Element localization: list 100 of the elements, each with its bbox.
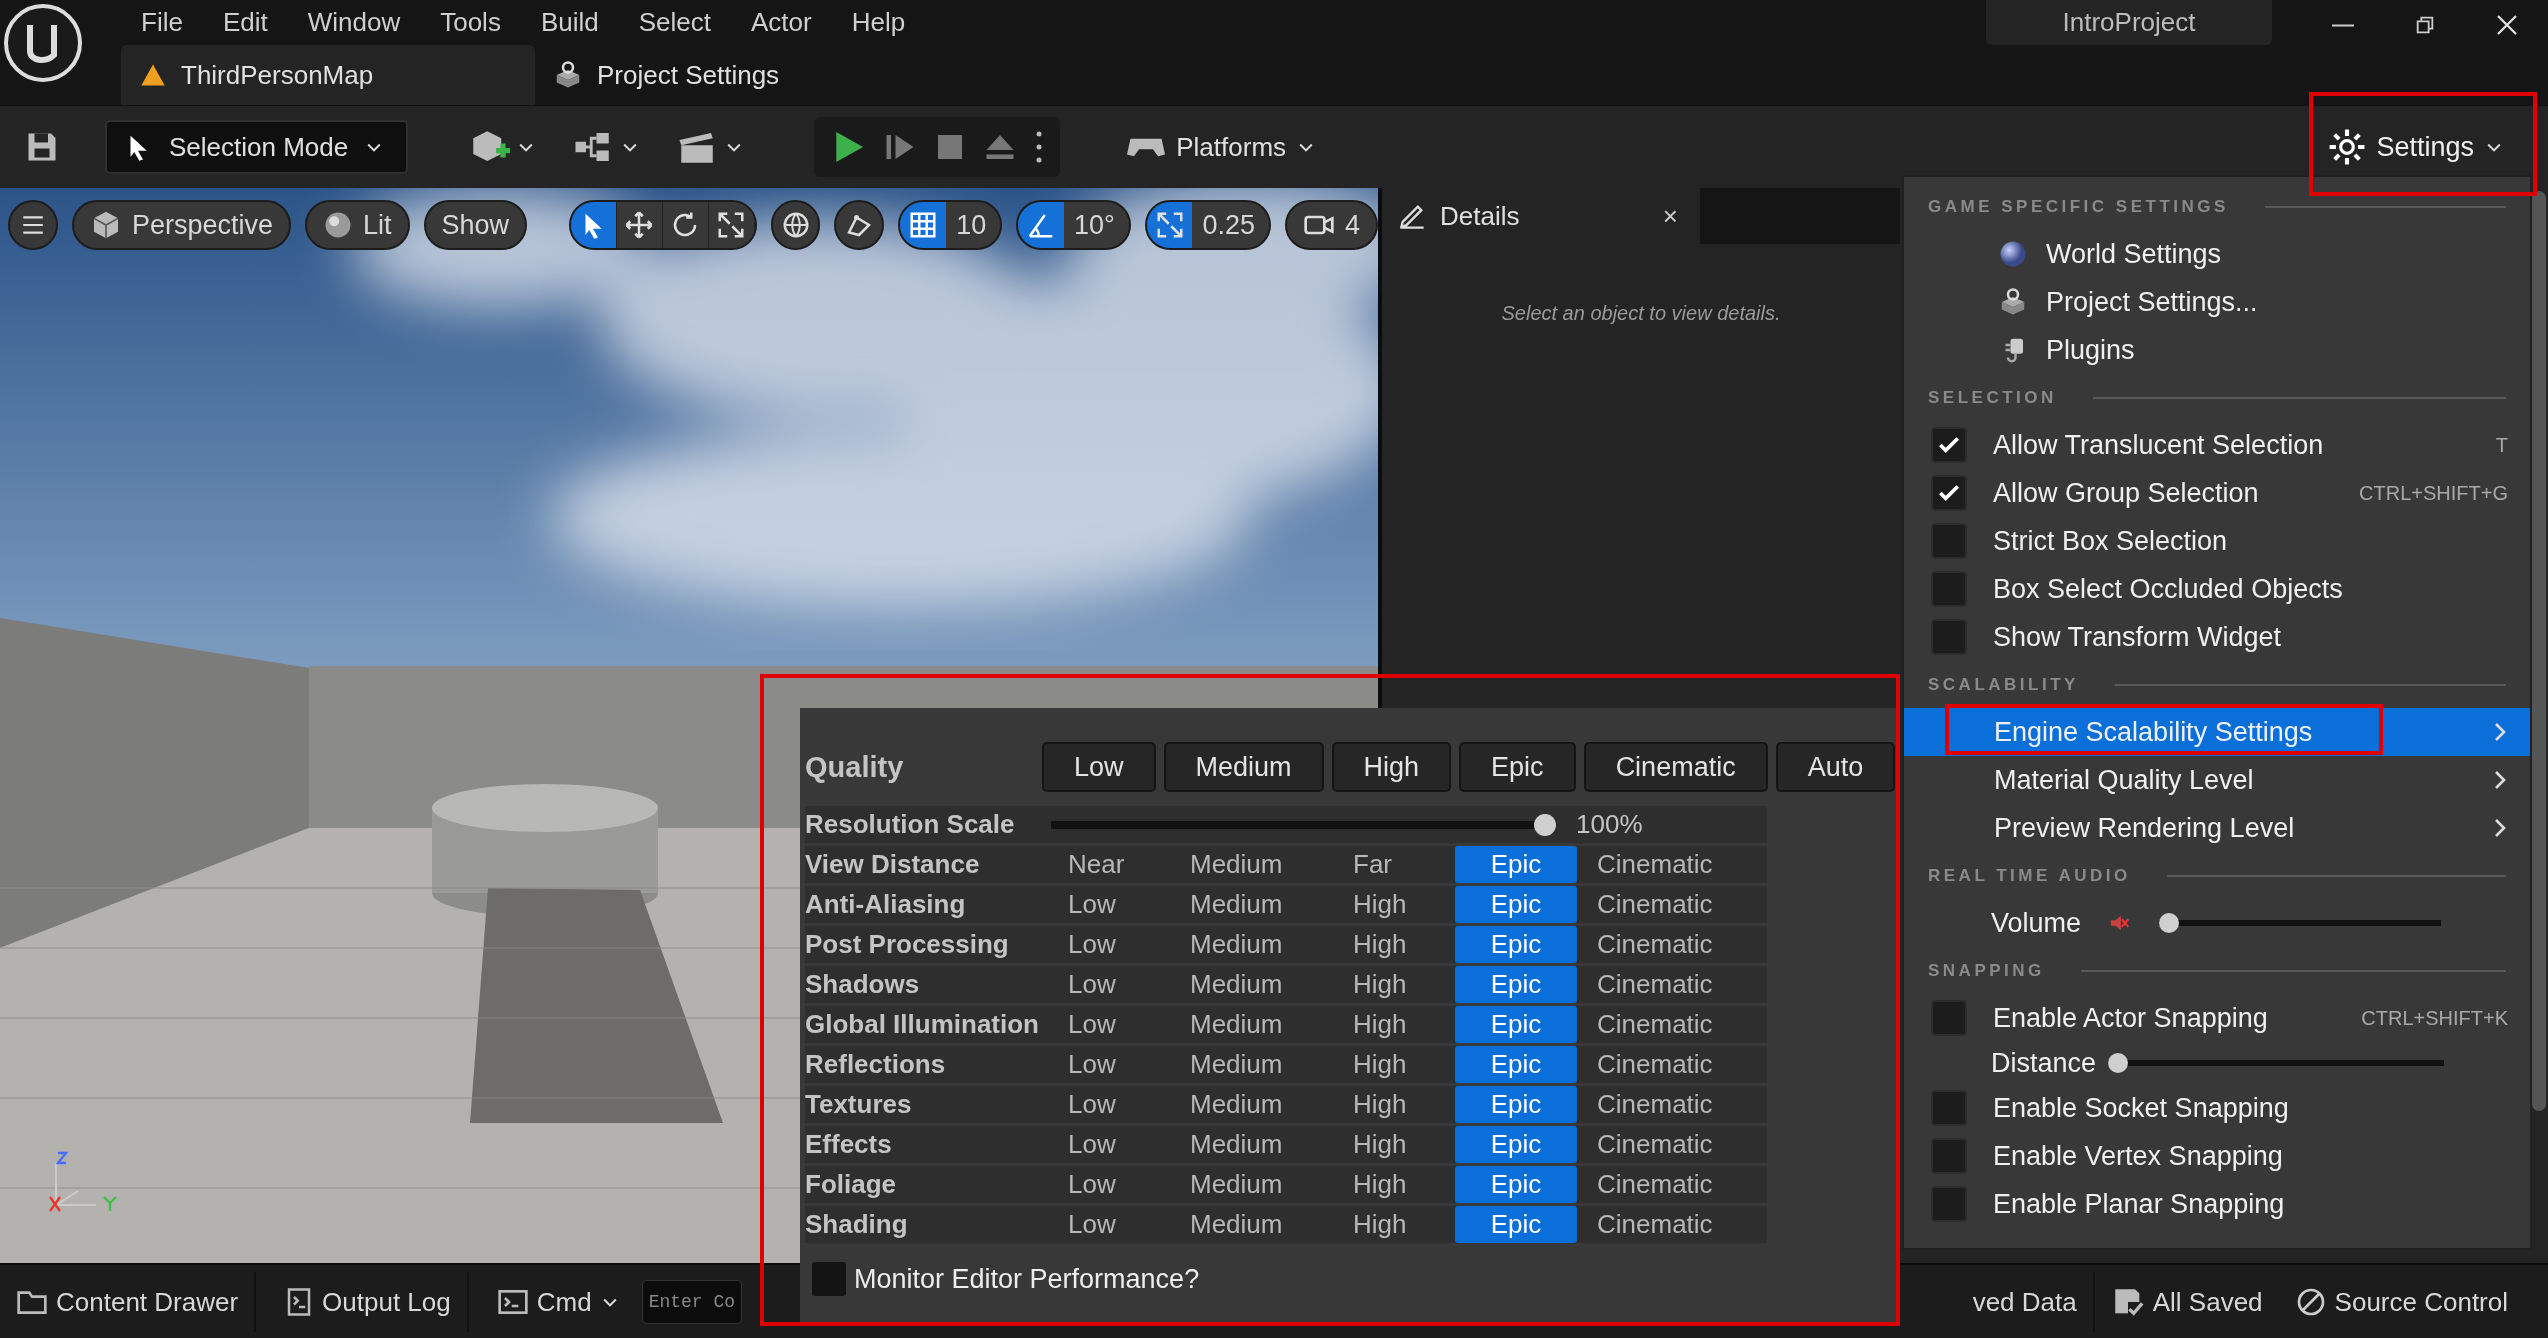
quality-option[interactable]: Medium bbox=[1170, 1126, 1333, 1163]
menu-item[interactable]: Enable Socket Snapping bbox=[1993, 1092, 2289, 1124]
quality-option[interactable]: Epic bbox=[1455, 1086, 1577, 1123]
menu-item[interactable]: Show Transform Widget bbox=[1993, 621, 2282, 653]
quality-option[interactable]: Epic bbox=[1455, 1126, 1577, 1163]
checkbox[interactable] bbox=[1931, 1138, 1967, 1174]
checkbox[interactable] bbox=[1931, 571, 1967, 607]
quality-preset-button[interactable]: High bbox=[1331, 742, 1452, 792]
submenu-item[interactable]: Engine Scalability Settings bbox=[1904, 708, 2530, 756]
quality-option[interactable]: Medium bbox=[1170, 1166, 1333, 1203]
quality-option[interactable]: Low bbox=[1048, 886, 1170, 923]
quality-option[interactable]: High bbox=[1333, 1166, 1455, 1203]
document-tab[interactable]: ThirdPersonMap bbox=[121, 45, 535, 105]
quality-option[interactable]: Medium bbox=[1170, 1206, 1333, 1243]
slider-thumb[interactable] bbox=[2159, 913, 2180, 933]
quality-option[interactable]: Epic bbox=[1455, 886, 1577, 923]
quality-option[interactable]: Low bbox=[1048, 1006, 1170, 1043]
menu-bar-item[interactable]: Tools bbox=[420, 7, 521, 38]
quality-option[interactable]: Low bbox=[1048, 1166, 1170, 1203]
menu-bar-item[interactable]: Edit bbox=[202, 7, 288, 38]
quality-preset-button[interactable]: Cinematic bbox=[1583, 742, 1768, 792]
menu-bar-item[interactable]: Window bbox=[287, 7, 421, 38]
quality-option[interactable]: Medium bbox=[1170, 966, 1333, 1003]
lighting-mode-button[interactable]: Lit bbox=[304, 200, 410, 250]
menu-item[interactable]: Project Settings... bbox=[1904, 278, 2530, 326]
quality-option[interactable]: Cinematic bbox=[1577, 1206, 1767, 1243]
quality-option[interactable]: Epic bbox=[1455, 1166, 1577, 1203]
quality-option[interactable]: High bbox=[1333, 886, 1455, 923]
quality-option[interactable]: Near bbox=[1048, 846, 1170, 883]
selection-mode-dropdown[interactable]: Selection Mode bbox=[105, 120, 409, 174]
all-saved-button[interactable]: All Saved bbox=[2094, 1272, 2279, 1332]
quality-option[interactable]: High bbox=[1333, 1046, 1455, 1083]
quality-preset-button[interactable]: Medium bbox=[1163, 742, 1324, 792]
quality-option[interactable]: High bbox=[1333, 1086, 1455, 1123]
quality-option[interactable]: Low bbox=[1048, 1046, 1170, 1083]
menu-bar-item[interactable]: Actor bbox=[731, 7, 832, 38]
settings-dropdown[interactable]: Settings bbox=[2322, 127, 2510, 167]
menu-bar-item[interactable]: Build bbox=[520, 7, 619, 38]
source-control-button[interactable]: Source Control bbox=[2278, 1272, 2524, 1332]
snap-toggle[interactable]: 10° bbox=[1016, 200, 1131, 250]
console-input[interactable]: Enter Co bbox=[641, 1280, 742, 1324]
quality-option[interactable]: Low bbox=[1048, 1206, 1170, 1243]
menu-item[interactable]: Enable Actor Snapping bbox=[1993, 1002, 2268, 1034]
menu-item[interactable]: Plugins bbox=[1904, 326, 2530, 374]
quality-option[interactable]: Epic bbox=[1455, 1046, 1577, 1083]
checkbox[interactable] bbox=[1931, 427, 1967, 463]
checkbox[interactable] bbox=[1931, 475, 1967, 511]
quality-option[interactable]: Cinematic bbox=[1577, 886, 1767, 923]
quality-option[interactable]: Cinematic bbox=[1577, 1006, 1767, 1043]
unsaved-data-button[interactable]: ved Data bbox=[1956, 1272, 2095, 1332]
quality-option[interactable]: High bbox=[1333, 1206, 1455, 1243]
quality-option[interactable]: Medium bbox=[1170, 886, 1333, 923]
transform-tool-button[interactable] bbox=[571, 202, 617, 248]
menu-bar-item[interactable]: File bbox=[121, 7, 203, 38]
quality-option[interactable]: Medium bbox=[1170, 926, 1333, 963]
submenu-item[interactable]: Material Quality Level bbox=[1904, 756, 2530, 804]
quality-option[interactable]: Cinematic bbox=[1577, 1086, 1767, 1123]
quality-option[interactable]: Low bbox=[1048, 926, 1170, 963]
snap-toggle[interactable]: 0.25 bbox=[1144, 200, 1271, 250]
quality-option[interactable]: Cinematic bbox=[1577, 926, 1767, 963]
menu-item[interactable]: Strict Box Selection bbox=[1993, 525, 2228, 557]
platforms-dropdown[interactable]: Platforms bbox=[1120, 130, 1323, 164]
submenu-item[interactable]: Preview Rendering Level bbox=[1904, 804, 2530, 852]
quality-option[interactable]: Cinematic bbox=[1577, 966, 1767, 1003]
quality-preset-button[interactable]: Epic bbox=[1459, 742, 1576, 792]
quality-option[interactable]: Medium bbox=[1170, 846, 1333, 883]
quality-option[interactable]: Low bbox=[1048, 966, 1170, 1003]
checkbox-label[interactable]: Monitor Editor Performance? bbox=[854, 1263, 1200, 1295]
document-tab[interactable]: Project Settings bbox=[535, 45, 810, 105]
close-tab-button[interactable]: × bbox=[1656, 199, 1684, 233]
details-tab[interactable]: Details × bbox=[1382, 188, 1700, 244]
checkbox[interactable] bbox=[1931, 523, 1967, 559]
quality-option[interactable]: Epic bbox=[1455, 846, 1577, 883]
menu-bar-item[interactable]: Help bbox=[831, 7, 926, 38]
quality-option[interactable]: Epic bbox=[1455, 1206, 1577, 1243]
cmd-dropdown[interactable]: Cmd bbox=[480, 1272, 636, 1332]
menu-item[interactable]: Enable Vertex Snapping bbox=[1993, 1140, 2283, 1172]
quality-option[interactable]: Low bbox=[1048, 1126, 1170, 1163]
menu-item[interactable]: World Settings bbox=[1904, 230, 2530, 278]
quality-option[interactable]: Epic bbox=[1455, 926, 1577, 963]
menu-item[interactable]: Box Select Occluded Objects bbox=[1993, 573, 2343, 605]
quality-option[interactable]: Medium bbox=[1170, 1046, 1333, 1083]
quality-option[interactable]: Epic bbox=[1455, 966, 1577, 1003]
snap-toggle[interactable]: 10 bbox=[898, 200, 1003, 250]
output-log-button[interactable]: Output Log bbox=[268, 1272, 469, 1332]
checkbox[interactable] bbox=[1931, 619, 1967, 655]
checkbox[interactable] bbox=[1931, 1000, 1967, 1036]
quality-preset-button[interactable]: Low bbox=[1042, 742, 1156, 792]
quality-option[interactable]: Cinematic bbox=[1577, 1046, 1767, 1083]
checkbox[interactable] bbox=[1931, 1090, 1967, 1126]
quality-option[interactable]: High bbox=[1333, 926, 1455, 963]
menu-item[interactable]: Allow Group Selection bbox=[1993, 477, 2259, 509]
quality-option[interactable]: Far bbox=[1333, 846, 1455, 883]
quality-option[interactable]: Epic bbox=[1455, 1006, 1577, 1043]
menu-item[interactable]: Enable Planar Snapping bbox=[1993, 1188, 2285, 1220]
checkbox[interactable] bbox=[1931, 1186, 1967, 1222]
menu-bar-item[interactable]: Select bbox=[618, 7, 731, 38]
quality-option[interactable]: High bbox=[1333, 1006, 1455, 1043]
quality-option[interactable]: Cinematic bbox=[1577, 846, 1767, 883]
quality-option[interactable]: High bbox=[1333, 966, 1455, 1003]
